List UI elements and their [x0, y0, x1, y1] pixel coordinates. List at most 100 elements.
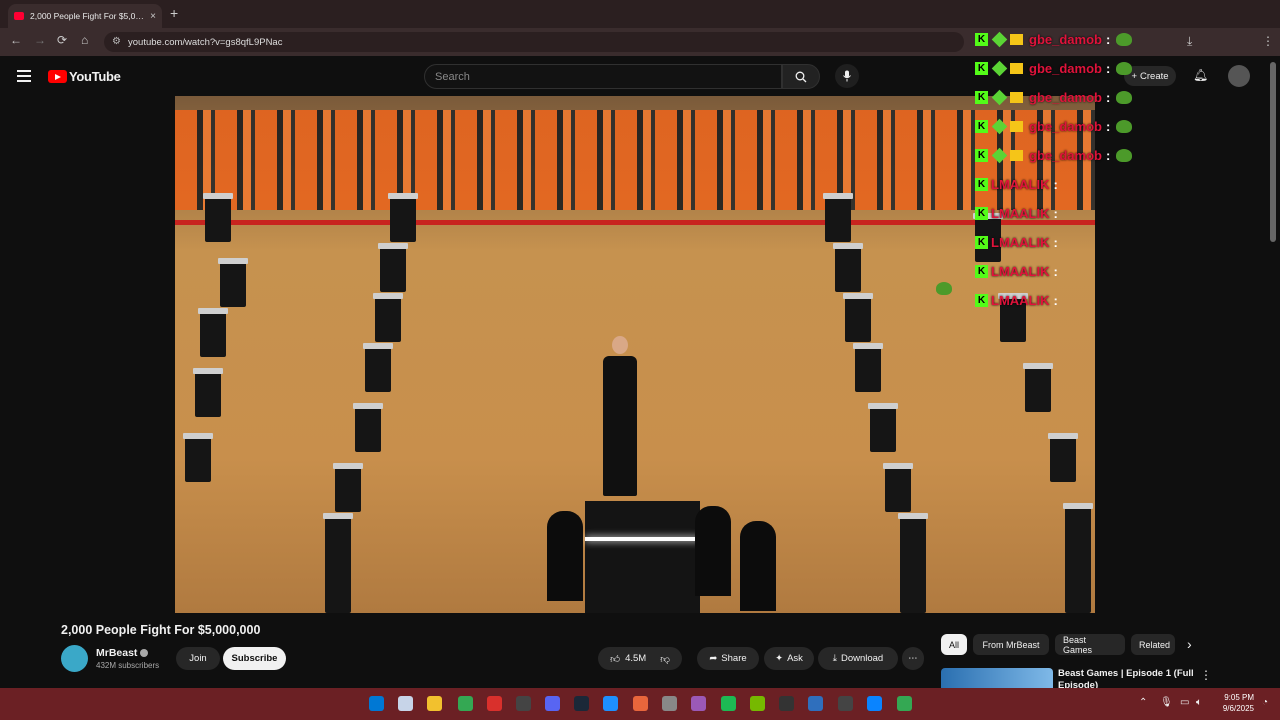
taskbar-app-icon[interactable] [779, 696, 794, 711]
taskbar-app-icon[interactable] [808, 696, 823, 711]
chat-username: LMAALIK [991, 177, 1050, 192]
chat-message: Kgbe_damob: [975, 54, 1175, 83]
ask-button[interactable]: ✦ Ask [764, 647, 814, 670]
taskbar-app-icon[interactable] [458, 696, 473, 711]
site-info-icon[interactable]: ⚙ [112, 36, 121, 47]
podium [198, 308, 228, 357]
search-button[interactable] [782, 64, 820, 89]
volume-icon[interactable]: 🔈︎ [1196, 697, 1202, 708]
taskbar-app-icon[interactable] [867, 696, 882, 711]
taskbar-app-icon[interactable] [721, 696, 736, 711]
browser-menu-icon[interactable]: ⋮ [1262, 34, 1274, 48]
chip-beast-games[interactable]: Beast Games [1055, 634, 1125, 655]
channel-avatar[interactable] [61, 645, 88, 672]
youtube-logo-icon[interactable] [48, 70, 67, 83]
stage-podium [585, 501, 700, 613]
taskbar-app-icon[interactable] [838, 696, 853, 711]
address-bar[interactable]: ⚙ youtube.com/watch?v=gs8qfL9PNac [104, 32, 964, 52]
forward-arrow-icon[interactable]: → [34, 33, 46, 47]
chat-message: K LMAALIK: [975, 286, 1175, 315]
taskbar-app-icon[interactable] [398, 696, 413, 711]
taskbar-app-icon[interactable] [897, 696, 912, 711]
kick-badge-icon: K [975, 236, 988, 249]
like-dislike-group: 👍︎ 4.5M 👎︎ [598, 647, 682, 670]
join-button[interactable]: Join [176, 647, 220, 670]
browser-tabstrip [0, 0, 1280, 28]
taskbar-app-icon[interactable] [427, 696, 442, 711]
download-button[interactable]: ⤓ Download [818, 647, 898, 670]
chat-message: Kgbe_damob: [975, 25, 1175, 54]
arena-boundary-line [175, 220, 1095, 225]
crown-badge-icon [1010, 34, 1023, 45]
downloads-icon[interactable]: ⤓ [1187, 34, 1192, 49]
browser-tab-active[interactable]: 2,000 People Fight For $5,0… × [8, 4, 162, 28]
video-title: 2,000 People Fight For $5,000,000 [61, 623, 261, 637]
chip-from-mrbeast[interactable]: From MrBeast [973, 634, 1049, 655]
taskbar-app-icon[interactable] [633, 696, 648, 711]
diamond-badge-icon [991, 89, 1008, 106]
chat-colon: : [1053, 293, 1058, 308]
taskbar-app-icon[interactable] [487, 696, 502, 711]
taskbar-app-icon[interactable] [662, 696, 677, 711]
podium [1048, 433, 1078, 482]
podium [388, 193, 418, 242]
chat-username: LMAALIK [991, 235, 1050, 250]
network-icon[interactable]: ▭ [1180, 697, 1189, 708]
related-video-title[interactable]: Beast Games | Episode 1 (Full Episode) [1058, 668, 1198, 688]
tray-chevron-icon[interactable]: ⌃ [1139, 697, 1147, 708]
share-icon: ➦ [709, 653, 718, 664]
video-player[interactable] [175, 96, 1095, 613]
channel-name[interactable]: MrBeast [96, 647, 149, 659]
like-count[interactable]: 4.5M [625, 653, 646, 664]
pepe-emote-icon [1116, 91, 1133, 104]
share-button[interactable]: ➦ Share [697, 647, 759, 670]
taskbar-app-icon[interactable] [603, 696, 618, 711]
chip-all[interactable]: All [941, 634, 967, 655]
account-avatar[interactable] [1228, 65, 1250, 87]
podium [833, 243, 863, 292]
related-more-icon[interactable]: ⋮ [1200, 668, 1212, 682]
thumbs-down-icon[interactable]: 👎︎ [660, 653, 670, 665]
bell-icon[interactable]: 🔔︎ [1193, 68, 1208, 82]
kick-badge-icon: K [975, 207, 988, 220]
chat-colon: : [1105, 32, 1111, 47]
chat-colon: : [1053, 177, 1058, 192]
taskbar-app-icon[interactable] [516, 696, 531, 711]
search-input[interactable]: Search [424, 64, 782, 89]
home-icon[interactable]: ⌂ [81, 33, 88, 47]
new-tab-button[interactable]: + [170, 5, 178, 21]
chat-colon: : [1105, 61, 1111, 76]
mic-tray-icon[interactable]: 🎙︎ [1160, 697, 1173, 708]
taskbar-app-icon[interactable] [750, 696, 765, 711]
pepe-emote-icon [936, 282, 952, 295]
chat-username: LMAALIK [991, 293, 1050, 308]
taskbar-app-icon[interactable] [691, 696, 706, 711]
back-arrow-icon[interactable]: ← [10, 33, 22, 47]
mic-icon [843, 70, 851, 82]
thumbs-up-icon[interactable]: 👍︎ [610, 653, 620, 665]
sparkle-icon: ✦ [775, 653, 784, 664]
chips-next-arrow-icon[interactable]: › [1187, 636, 1192, 652]
chat-colon: : [1105, 119, 1111, 134]
chat-username: LMAALIK [991, 264, 1050, 279]
chip-related[interactable]: Related [1131, 634, 1175, 655]
tab-close-icon[interactable]: × [150, 11, 156, 22]
page-scrollbar[interactable] [1270, 62, 1276, 242]
chat-message: Kgbe_damob: [975, 112, 1175, 141]
taskbar-app-icon[interactable] [574, 696, 589, 711]
taskbar-clock[interactable]: 9:05 PM 9/6/2025 [1212, 692, 1254, 714]
channel-name-text: MrBeast [96, 647, 138, 659]
subscribe-button[interactable]: Subscribe [223, 647, 286, 670]
youtube-logo-text[interactable]: YouTube [69, 69, 121, 84]
reload-icon[interactable]: ⟳ [57, 33, 67, 47]
menu-icon[interactable] [17, 70, 31, 82]
url-text: youtube.com/watch?v=gs8qfL9PNac [128, 36, 283, 48]
podium [323, 513, 353, 613]
related-video-thumbnail[interactable] [941, 668, 1053, 688]
share-label: Share [721, 653, 747, 664]
taskbar-app-icon[interactable] [545, 696, 560, 711]
more-actions-button[interactable]: ⋯ [902, 647, 924, 670]
start-button-icon[interactable] [369, 696, 384, 711]
notification-icon[interactable]: ◔ [1262, 697, 1268, 708]
voice-search-button[interactable] [835, 64, 859, 88]
